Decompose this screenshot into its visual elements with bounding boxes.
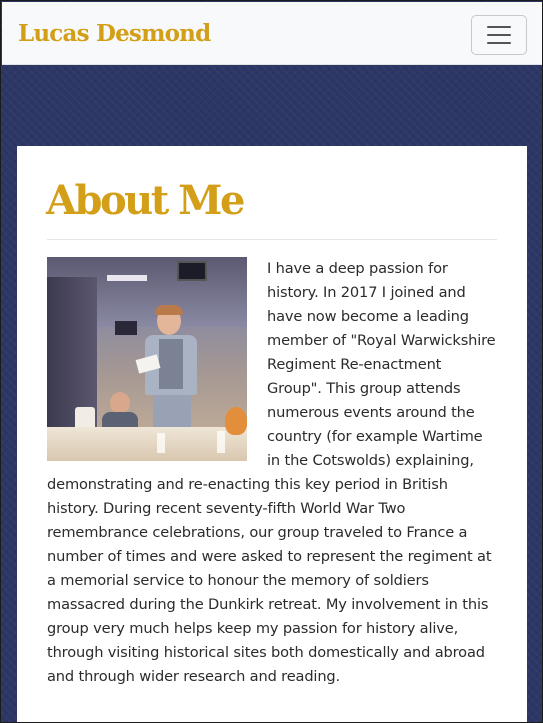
profile-photo: [47, 257, 247, 461]
navbar-toggle-button[interactable]: [471, 15, 527, 55]
hamburger-menu-icon-line: [487, 42, 511, 44]
hamburger-menu-icon-line: [487, 34, 511, 36]
hamburger-menu-icon: [487, 26, 511, 28]
title-divider: [47, 239, 497, 240]
page-background: Lucas Desmond About Me I have a deep pas…: [0, 0, 543, 723]
page-title: About Me: [46, 177, 245, 224]
brand-link[interactable]: Lucas Desmond: [18, 19, 211, 49]
about-card: About Me I have a deep passion for histo…: [17, 146, 527, 722]
top-navbar: Lucas Desmond: [2, 2, 542, 65]
about-content: I have a deep passion for history. In 20…: [47, 257, 499, 689]
